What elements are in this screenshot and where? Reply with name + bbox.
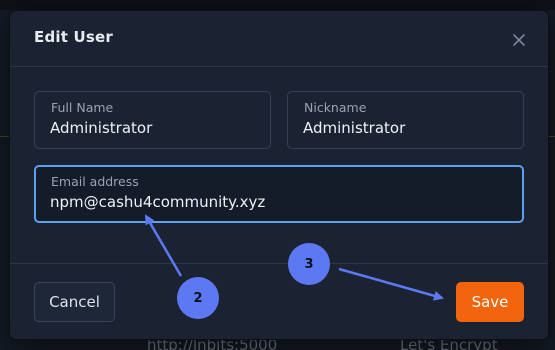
edit-user-dialog: Edit User Full Name Nickname Email addre…: [10, 11, 548, 339]
nickname-input[interactable]: [303, 119, 523, 137]
email-field[interactable]: Email address: [34, 165, 524, 223]
cancel-button[interactable]: Cancel: [34, 282, 115, 322]
nickname-label: Nickname: [304, 100, 367, 115]
full-name-field[interactable]: Full Name: [34, 91, 271, 149]
dialog-title: Edit User: [34, 28, 113, 46]
email-input[interactable]: [50, 193, 490, 211]
full-name-input[interactable]: [50, 119, 270, 137]
close-button[interactable]: [508, 29, 530, 51]
dialog-header: Edit User: [10, 11, 548, 67]
email-label: Email address: [51, 174, 139, 189]
full-name-label: Full Name: [51, 100, 114, 115]
nickname-field[interactable]: Nickname: [287, 91, 524, 149]
footer-divider: [10, 263, 548, 264]
background-top-bar: [0, 0, 555, 10]
close-icon: [513, 34, 525, 46]
save-button[interactable]: Save: [456, 282, 524, 322]
